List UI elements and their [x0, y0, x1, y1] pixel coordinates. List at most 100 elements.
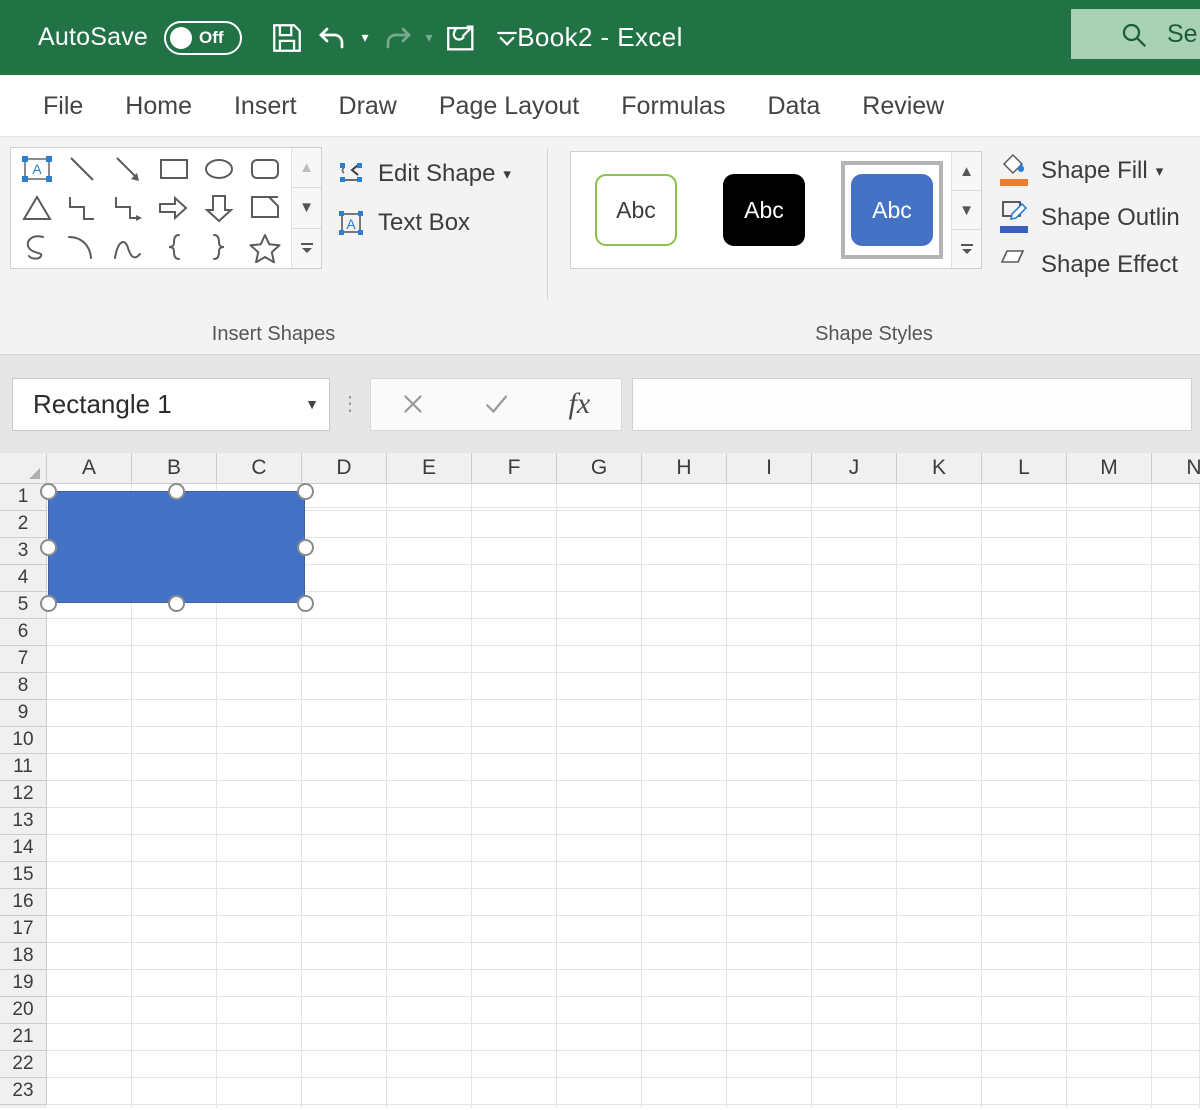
tab-file[interactable]: File	[22, 75, 104, 137]
shape-handle-top-left[interactable]	[40, 483, 57, 500]
row-header[interactable]: 17	[0, 916, 47, 943]
grid-cells[interactable]	[40, 483, 1200, 1108]
shape-handle-top-center[interactable]	[168, 483, 185, 500]
row-header[interactable]: 18	[0, 943, 47, 970]
down-arrow-shape[interactable]	[197, 189, 243, 228]
column-header-m[interactable]: M	[1067, 453, 1152, 483]
chevron-down-icon[interactable]: ▼	[952, 191, 981, 230]
curve-shape[interactable]	[105, 227, 151, 266]
row-header[interactable]: 4	[0, 565, 47, 592]
redo-icon[interactable]	[374, 15, 420, 61]
rounded-rectangle-shape[interactable]	[242, 150, 288, 189]
chevron-down-icon[interactable]: ▾	[503, 165, 511, 183]
shape-outline-button[interactable]: Shape Outlin	[996, 194, 1180, 241]
redo-dropdown-icon[interactable]: ▾	[420, 15, 438, 61]
save-icon[interactable]	[264, 15, 310, 61]
shapes-gallery-scrollbar[interactable]: ▲ ▼	[291, 148, 321, 268]
five-point-star-shape[interactable]	[242, 227, 288, 266]
row-header[interactable]: 20	[0, 997, 47, 1024]
row-header[interactable]: 11	[0, 754, 47, 781]
customize-quick-access-toolbar-icon[interactable]	[484, 15, 530, 61]
gallery-more-icon[interactable]	[952, 230, 981, 268]
enter-check-icon[interactable]	[460, 379, 532, 430]
tab-page-layout[interactable]: Page Layout	[418, 75, 600, 137]
search-input[interactable]: Se	[1071, 9, 1200, 59]
shape-handle-bottom-left[interactable]	[40, 595, 57, 612]
chevron-down-icon[interactable]: ▼	[292, 188, 321, 229]
name-box[interactable]: Rectangle 1 ▼	[12, 377, 330, 431]
column-header-j[interactable]: J	[812, 453, 897, 483]
insert-function-icon[interactable]: fx	[543, 379, 615, 430]
elbow-arrow-connector-shape[interactable]	[105, 189, 151, 228]
shape-styles-scrollbar[interactable]: ▲ ▼	[951, 152, 981, 268]
row-header[interactable]: 13	[0, 808, 47, 835]
row-header[interactable]: 12	[0, 781, 47, 808]
shape-fill-button[interactable]: Shape Fill ▾	[996, 147, 1180, 194]
row-header[interactable]: 9	[0, 700, 47, 727]
shape-style-option-1[interactable]: Abc	[585, 161, 687, 259]
undo-icon[interactable]	[310, 15, 356, 61]
tab-home[interactable]: Home	[104, 75, 213, 137]
column-header-f[interactable]: F	[472, 453, 557, 483]
tab-insert[interactable]: Insert	[213, 75, 318, 137]
cancel-icon[interactable]	[377, 379, 449, 430]
rectangle-shape[interactable]	[151, 150, 197, 189]
column-header-n[interactable]: N	[1152, 453, 1200, 483]
text-box-button[interactable]: A Text Box	[333, 198, 511, 247]
left-brace-shape[interactable]	[151, 227, 197, 266]
shape-handle-bottom-center[interactable]	[168, 595, 185, 612]
formula-input[interactable]	[632, 377, 1192, 431]
shape-handle-middle-left[interactable]	[40, 539, 57, 556]
chevron-down-icon[interactable]: ▼	[305, 396, 319, 412]
right-arrow-shape[interactable]	[151, 189, 197, 228]
chevron-up-icon[interactable]: ▲	[292, 148, 321, 189]
chevron-down-icon[interactable]: ▾	[1156, 162, 1164, 180]
row-header[interactable]: 21	[0, 1024, 47, 1051]
row-header[interactable]: 8	[0, 673, 47, 700]
right-brace-shape[interactable]	[197, 227, 243, 266]
column-header-c[interactable]: C	[217, 453, 302, 483]
row-header[interactable]: 22	[0, 1051, 47, 1078]
elbow-connector-shape[interactable]	[60, 189, 106, 228]
row-header[interactable]: 10	[0, 727, 47, 754]
row-header[interactable]: 3	[0, 538, 47, 565]
undo-dropdown-icon[interactable]: ▾	[356, 15, 374, 61]
row-header[interactable]: 2	[0, 511, 47, 538]
row-header[interactable]: 7	[0, 646, 47, 673]
shape-handle-bottom-right[interactable]	[297, 595, 314, 612]
column-header-a[interactable]: A	[47, 453, 132, 483]
scribble-shape[interactable]	[14, 227, 60, 266]
column-header-l[interactable]: L	[982, 453, 1067, 483]
shapes-gallery[interactable]: A ▲ ▼	[10, 147, 322, 269]
edit-shape-button[interactable]: Edit Shape ▾	[333, 149, 511, 198]
column-header-b[interactable]: B	[132, 453, 217, 483]
line-arrow-shape[interactable]	[105, 150, 151, 189]
row-header[interactable]: 23	[0, 1078, 47, 1105]
row-header[interactable]: 16	[0, 889, 47, 916]
tab-review[interactable]: Review	[841, 75, 965, 137]
shape-effects-button[interactable]: Shape Effect	[996, 241, 1180, 288]
column-header-k[interactable]: K	[897, 453, 982, 483]
shape-style-option-2[interactable]: Abc	[713, 161, 815, 259]
autosave-toggle[interactable]: Off	[164, 20, 243, 55]
shape-style-option-3-selected[interactable]: Abc	[841, 161, 943, 259]
line-shape[interactable]	[60, 150, 106, 189]
isosceles-triangle-shape[interactable]	[14, 189, 60, 228]
shape-handle-top-right[interactable]	[297, 483, 314, 500]
arc-shape[interactable]	[60, 227, 106, 266]
shape-styles-gallery[interactable]: Abc Abc Abc ▲ ▼	[570, 151, 982, 269]
touch-draw-icon[interactable]	[438, 15, 484, 61]
row-header[interactable]: 15	[0, 862, 47, 889]
select-all-corner-icon[interactable]	[0, 453, 47, 483]
rectangle-shape-object[interactable]	[48, 491, 305, 603]
tab-formulas[interactable]: Formulas	[600, 75, 746, 137]
tab-draw[interactable]: Draw	[318, 75, 418, 137]
row-header[interactable]: 6	[0, 619, 47, 646]
column-header-h[interactable]: H	[642, 453, 727, 483]
oval-shape[interactable]	[197, 150, 243, 189]
gallery-more-icon[interactable]	[292, 228, 321, 268]
folded-corner-shape[interactable]	[242, 189, 288, 228]
column-header-g[interactable]: G	[557, 453, 642, 483]
chevron-up-icon[interactable]: ▲	[952, 152, 981, 191]
row-header[interactable]: 19	[0, 970, 47, 997]
